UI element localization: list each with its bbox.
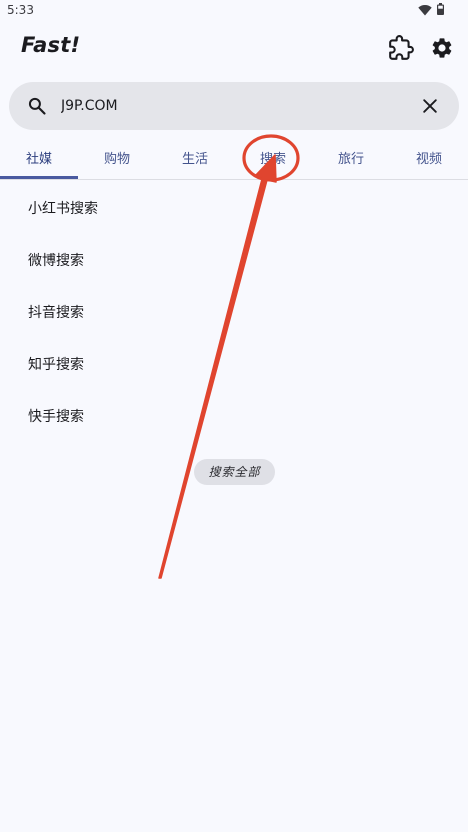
tab-travel[interactable]: 旅行 (312, 142, 390, 180)
gear-icon[interactable] (430, 36, 454, 60)
tab-social[interactable]: 社媒 (0, 142, 78, 180)
tab-indicator (0, 176, 78, 179)
list-item-xiaohongshu[interactable]: 小红书搜索 (28, 198, 98, 218)
list-item-zhihu[interactable]: 知乎搜索 (28, 354, 84, 374)
annotation-arrow (158, 154, 277, 579)
list-item-weibo[interactable]: 微博搜索 (28, 250, 84, 270)
tab-search[interactable]: 搜索 (234, 142, 312, 180)
tab-life[interactable]: 生活 (156, 142, 234, 180)
search-input[interactable] (61, 94, 401, 118)
search-all-button[interactable]: 搜索全部 (194, 459, 275, 485)
search-bar[interactable] (9, 82, 459, 130)
tab-video[interactable]: 视频 (390, 142, 468, 180)
category-tabs: 社媒 购物 生活 搜索 旅行 视频 (0, 142, 468, 180)
search-icon (28, 97, 46, 115)
list-item-douyin[interactable]: 抖音搜索 (28, 302, 84, 322)
status-bar: 5:33 (0, 0, 468, 22)
list-item-kuaishou[interactable]: 快手搜索 (28, 406, 84, 426)
app-title: Fast! (21, 33, 81, 57)
status-time: 5:33 (7, 3, 34, 17)
puzzle-icon[interactable] (388, 35, 414, 61)
app-screen: 5:33 Fast! 社媒 购物 生活 搜索 旅行 (0, 0, 468, 832)
tab-shopping[interactable]: 购物 (78, 142, 156, 180)
wifi-icon (418, 5, 432, 16)
battery-icon (437, 3, 444, 15)
close-icon[interactable] (420, 96, 440, 116)
